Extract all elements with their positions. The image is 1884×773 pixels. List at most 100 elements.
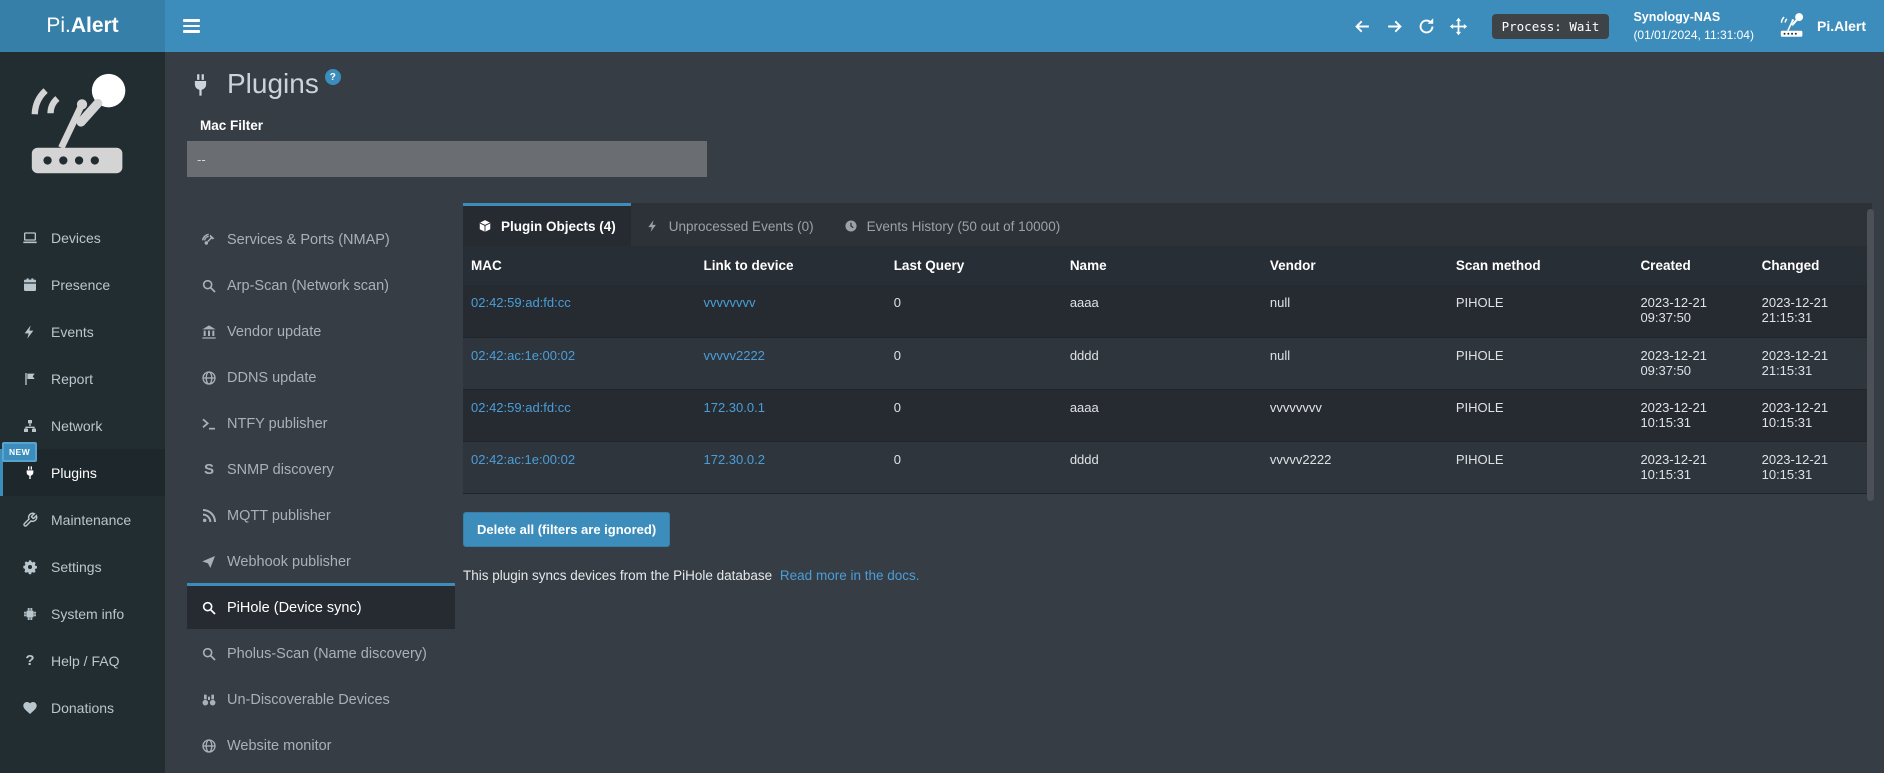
sidebar: Devices Presence Events Report Network P… [0, 52, 165, 773]
sidebar-item-label: Report [51, 371, 93, 387]
last-query-cell: 0 [886, 441, 1062, 493]
plugin-nav-item-vendor-update[interactable]: Vendor update [187, 307, 455, 353]
app-brand-right[interactable]: Pi.Alert [1778, 11, 1866, 41]
sidebar-item-settings[interactable]: Settings [0, 543, 165, 590]
sidebar-item-label: Devices [51, 230, 101, 246]
mac-link[interactable]: 02:42:ac:1e:00:02 [471, 452, 575, 467]
vendor-cell: vvvvv2222 [1262, 441, 1448, 493]
created-cell: 2023-12-21 10:15:31 [1632, 389, 1753, 441]
scrollbar[interactable] [1867, 209, 1874, 501]
tab-events-history[interactable]: Events History (50 out of 10000) [829, 203, 1076, 246]
router-magnifier-icon [20, 64, 146, 192]
device-link[interactable]: 172.30.0.2 [703, 452, 764, 467]
sidebar-toggle-button[interactable] [165, 0, 217, 52]
laptop-icon [22, 230, 38, 246]
plugin-nav-item-nmap[interactable]: Services & Ports (NMAP) [187, 215, 455, 261]
device-link[interactable]: vvvvvvvv [703, 295, 755, 310]
plugin-description: This plugin syncs devices from the PiHol… [463, 568, 1872, 583]
page-title: Plugins [227, 66, 319, 102]
plugin-nav-label: DDNS update [227, 370, 316, 386]
plugin-nav-item-mqtt[interactable]: MQTT publisher [187, 491, 455, 537]
table-header-row: MAC Link to device Last Query Name Vendo… [463, 246, 1872, 285]
search-icon [201, 600, 217, 616]
bank-icon [201, 324, 217, 340]
sidebar-item-presence[interactable]: Presence [0, 261, 165, 308]
app-brand-label: Pi.Alert [1817, 18, 1866, 34]
created-cell: 2023-12-21 09:37:50 [1632, 337, 1753, 389]
rss-icon [201, 508, 217, 524]
sidebar-item-events[interactable]: Events [0, 308, 165, 355]
arrow-left-icon[interactable] [1353, 17, 1372, 36]
search-icon [201, 646, 217, 662]
docs-link[interactable]: Read more in the docs. [780, 568, 920, 583]
plugin-nav-item-snmp[interactable]: S SNMP discovery [187, 445, 455, 491]
mac-link[interactable]: 02:42:ac:1e:00:02 [471, 348, 575, 363]
mac-link[interactable]: 02:42:59:ad:fd:cc [471, 295, 571, 310]
device-link[interactable]: 172.30.0.1 [703, 400, 764, 415]
sidebar-item-devices[interactable]: Devices [0, 214, 165, 261]
flag-icon [22, 371, 38, 387]
refresh-icon[interactable] [1417, 17, 1436, 36]
sidebar-item-donations[interactable]: Donations [0, 684, 165, 731]
table-row: 02:42:ac:1e:00:02 172.30.0.2 0 dddd vvvv… [463, 441, 1872, 493]
plugin-nav-item-pihole[interactable]: PiHole (Device sync) [187, 583, 455, 629]
device-link[interactable]: vvvvv2222 [703, 348, 764, 363]
plugin-nav-item-undiscoverable[interactable]: Un-Discoverable Devices [187, 675, 455, 721]
tab-label: Events History (50 out of 10000) [867, 219, 1061, 234]
pialert-logo [20, 64, 146, 192]
arrow-right-icon[interactable] [1385, 17, 1404, 36]
changed-cell: 2023-12-21 21:15:31 [1754, 337, 1872, 389]
plugin-nav-item-arpscan[interactable]: Arp-Scan (Network scan) [187, 261, 455, 307]
table-row: 02:42:59:ad:fd:cc 172.30.0.1 0 aaaa vvvv… [463, 389, 1872, 441]
app-logo[interactable]: Pi.Alert [0, 0, 165, 52]
tab-unprocessed-events[interactable]: Unprocessed Events (0) [631, 203, 829, 246]
col-last-query: Last Query [886, 246, 1062, 285]
sidebar-item-help-faq[interactable]: ? Help / FAQ [0, 637, 165, 684]
sidebar-item-report[interactable]: Report [0, 355, 165, 402]
sidebar-item-maintenance[interactable]: Maintenance [0, 496, 165, 543]
sidebar-item-label: Network [51, 418, 102, 434]
chip-icon [22, 606, 38, 622]
move-icon[interactable] [1449, 17, 1468, 36]
mac-link[interactable]: 02:42:59:ad:fd:cc [471, 400, 571, 415]
plugin-nav-label: SNMP discovery [227, 462, 334, 478]
created-cell: 2023-12-21 09:37:50 [1632, 285, 1753, 337]
plugin-nav-item-ntfy[interactable]: NTFY publisher [187, 399, 455, 445]
plugin-nav-item-webhook[interactable]: Webhook publisher [187, 537, 455, 583]
search-icon [201, 278, 217, 294]
plugin-nav-item-ddns[interactable]: DDNS update [187, 353, 455, 399]
mac-filter-input[interactable] [187, 141, 707, 177]
tab-label: Unprocessed Events (0) [669, 219, 814, 234]
col-mac: MAC [463, 246, 695, 285]
calendar-icon [22, 277, 38, 293]
plugins-layout-row: Services & Ports (NMAP) Arp-Scan (Networ… [187, 203, 1884, 767]
sitemap-icon [22, 418, 38, 434]
name-cell: aaaa [1062, 389, 1262, 441]
bolt-icon [22, 324, 38, 340]
sidebar-item-label: Settings [51, 559, 102, 575]
plugin-nav-item-pholus[interactable]: Pholus-Scan (Name discovery) [187, 629, 455, 675]
host-time: (01/01/2024, 11:31:04) [1633, 26, 1754, 44]
col-vendor: Vendor [1262, 246, 1448, 285]
plugin-nav-label: Pholus-Scan (Name discovery) [227, 646, 427, 662]
brand-prefix: Pi. [46, 14, 71, 38]
hamburger-icon [183, 19, 200, 21]
delete-all-button[interactable]: Delete all (filters are ignored) [463, 512, 670, 547]
table-row: 02:42:ac:1e:00:02 vvvvv2222 0 dddd null … [463, 337, 1872, 389]
tab-plugin-objects[interactable]: Plugin Objects (4) [463, 203, 631, 246]
name-cell: dddd [1062, 441, 1262, 493]
vendor-cell: null [1262, 285, 1448, 337]
plugin-nav-label: Vendor update [227, 324, 321, 340]
bolt-icon [646, 219, 660, 233]
plugin-nav-item-website-monitor[interactable]: Website monitor [187, 721, 455, 767]
navbar-right-group: Process: Wait Synology-NAS (01/01/2024, … [1353, 0, 1884, 52]
created-cell: 2023-12-21 10:15:31 [1632, 441, 1753, 493]
main-content: Plugins ? Mac Filter Services & Ports (N… [165, 52, 1884, 773]
sidebar-item-label: Plugins [51, 465, 97, 481]
name-cell: aaaa [1062, 285, 1262, 337]
help-badge-icon[interactable]: ? [325, 69, 341, 85]
s-letter-icon: S [201, 461, 217, 478]
page-header: Plugins ? [187, 66, 1884, 102]
scan-method-cell: PIHOLE [1448, 337, 1633, 389]
sidebar-item-system-info[interactable]: System info [0, 590, 165, 637]
